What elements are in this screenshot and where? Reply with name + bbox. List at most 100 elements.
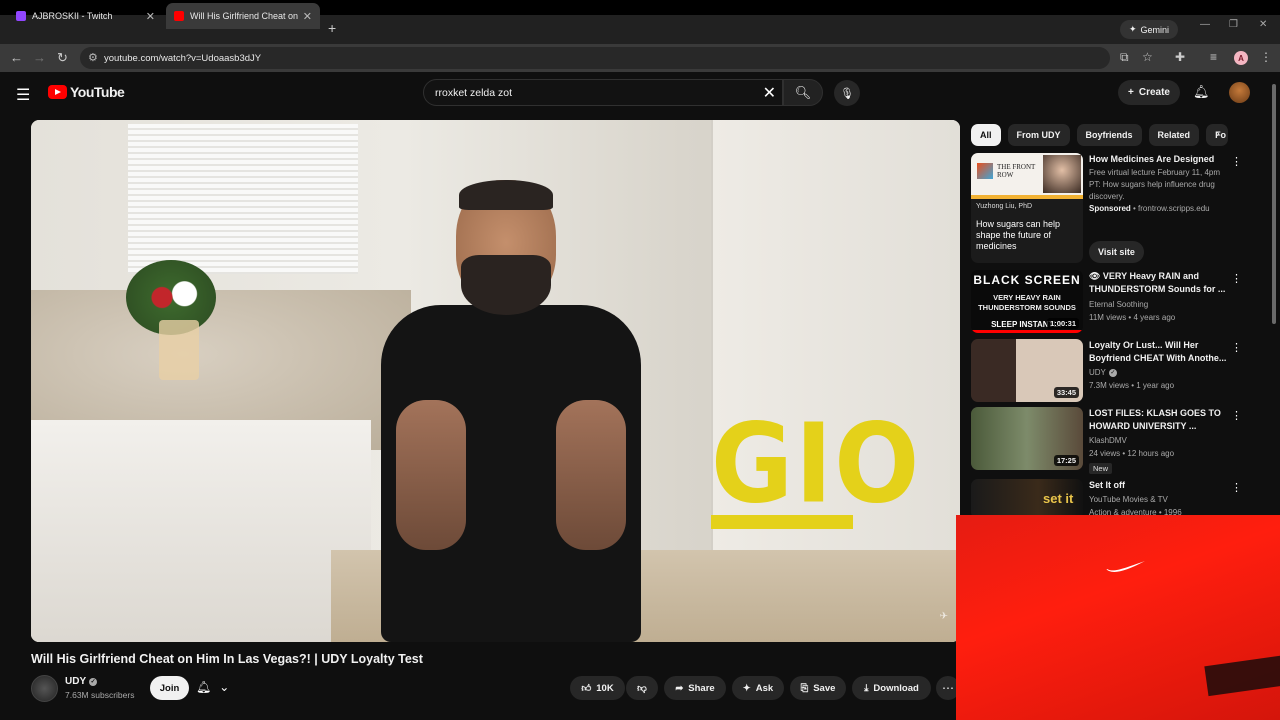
list-item[interactable]: BLACK SCREEN VERY HEAVY RAIN THUNDERSTOR… — [971, 270, 1261, 334]
gemini-button[interactable]: ✦ Gemini — [1120, 20, 1179, 39]
rec-title[interactable]: LOST FILES: KLASH GOES TO HOWARD UNIVERS… — [1089, 407, 1229, 433]
kebab-menu-icon[interactable]: ⋮ — [1231, 481, 1242, 494]
video-watermark-icon: ✈ — [939, 611, 948, 622]
user-avatar[interactable] — [1229, 82, 1250, 103]
ask-button[interactable]: ✦ Ask — [732, 676, 784, 700]
tab-close-icon[interactable]: ✕ — [303, 10, 312, 23]
url-bar[interactable]: ⚙ youtube.com/watch?v=Udoaasb3dJY — [80, 47, 1110, 69]
browser-profile-avatar[interactable]: A — [1234, 51, 1248, 65]
share-icon: ➦ — [675, 682, 684, 694]
hamburger-menu-icon[interactable]: ☰ — [16, 85, 30, 105]
rec-thumbnail: set it — [971, 479, 1083, 515]
movie-thumb-text: set it — [1043, 491, 1074, 506]
list-item[interactable]: 17:25 LOST FILES: KLASH GOES TO HOWARD U… — [971, 407, 1261, 474]
new-tab-button[interactable]: + — [328, 20, 336, 36]
visit-site-button[interactable]: Visit site — [1089, 241, 1144, 263]
video-player[interactable]: GIO ✈ — [31, 120, 960, 642]
ad-description: Free virtual lecture February 11, 4pm PT… — [1089, 168, 1221, 201]
list-item[interactable]: 33:45 Loyalty Or Lust... Will Her Boyfri… — [971, 339, 1261, 403]
related-filter-chips: All From UDY Boyfriends Related Fo — [971, 124, 1229, 146]
nike-swoosh-icon — [1106, 561, 1145, 572]
like-button[interactable]: 👍︎ 10K — [570, 676, 625, 700]
search-button[interactable]: 🔍︎ — [783, 79, 823, 106]
ad-thumb-accent — [971, 195, 1083, 199]
window-blinds — [128, 124, 358, 274]
kebab-menu-icon[interactable]: ⋮ — [1231, 341, 1242, 354]
reload-icon[interactable]: ↻ — [57, 50, 68, 66]
rec-thumbnail: 17:25 — [971, 407, 1083, 470]
install-app-icon[interactable]: ⧉ — [1120, 50, 1129, 65]
download-icon: ⤓ — [864, 682, 869, 694]
like-count: 10K — [596, 682, 614, 694]
duration-badge: 17:25 — [1053, 455, 1079, 466]
browser-menu-icon[interactable]: ⋮ — [1260, 50, 1272, 64]
back-icon[interactable]: ← — [10, 50, 23, 65]
media-control-icon[interactable]: ≡ — [1210, 50, 1217, 64]
minimize-icon[interactable]: — — [1200, 19, 1210, 30]
maximize-icon[interactable]: ❐ — [1229, 19, 1238, 30]
search-input[interactable]: rroxket zelda zot ✕ — [423, 79, 783, 106]
rec-channel[interactable]: Eternal Soothing — [1089, 299, 1229, 311]
create-button[interactable]: + Create — [1118, 80, 1180, 105]
microphone-icon: 🎙︎ — [840, 87, 854, 100]
rec-title[interactable]: How Medicines Are Designed — [1089, 153, 1229, 166]
rec-title[interactable]: Loyalty Or Lust... Will Her Boyfriend CH… — [1089, 339, 1229, 365]
sponsored-label: Sponsored — [1089, 204, 1131, 213]
channel-avatar[interactable] — [31, 675, 58, 702]
join-button[interactable]: Join — [150, 676, 189, 700]
name-overlay-text: GIO — [711, 399, 922, 528]
youtube-logo[interactable]: YouTube — [48, 84, 125, 100]
plus-icon: + — [1128, 87, 1134, 98]
save-button[interactable]: ⎘ Save — [790, 676, 846, 700]
dislike-button[interactable]: 👎︎ — [626, 676, 658, 700]
rec-title[interactable]: 👁 VERY Heavy RAIN and THUNDERSTORM Sound… — [1089, 270, 1229, 296]
subscriber-count: 7.63M subscribers — [65, 690, 135, 700]
forward-icon[interactable]: → — [33, 50, 46, 65]
window-close-icon[interactable]: ✕ — [1259, 19, 1267, 30]
url-text: youtube.com/watch?v=Udoaasb3dJY — [104, 52, 262, 64]
chip-boyfriends[interactable]: Boyfriends — [1076, 124, 1142, 146]
search-query: rroxket zelda zot — [435, 86, 513, 99]
rec-title[interactable]: Set It off — [1089, 479, 1229, 492]
extensions-icon[interactable]: ✚ — [1175, 50, 1185, 64]
rec-channel-row[interactable]: UDY ✓ — [1089, 367, 1229, 379]
ad-thumb-caption: How sugars can help shape the future of … — [976, 219, 1061, 251]
rec-stats: Action & adventure • 1996 — [1089, 508, 1182, 515]
chevron-right-icon[interactable]: › — [1216, 128, 1220, 140]
tab-twitch[interactable]: AJBROSKII - Twitch ✕ — [8, 3, 163, 29]
new-badge: New — [1089, 463, 1113, 474]
bell-icon: 🔔︎ — [196, 680, 212, 694]
sponsor-line: Sponsored • frontrow.scripps.edu — [1089, 204, 1210, 213]
tab-close-icon[interactable]: ✕ — [146, 10, 155, 23]
channel-name[interactable]: UDY ✓ — [65, 676, 98, 687]
clear-search-icon[interactable]: ✕ — [763, 83, 776, 103]
kebab-menu-icon[interactable]: ⋮ — [1231, 155, 1242, 168]
bookmark-icon: ⎘ — [800, 682, 809, 694]
chip-from-udy[interactable]: From UDY — [1007, 124, 1070, 146]
site-info-icon[interactable]: ⚙ — [88, 51, 98, 64]
kebab-menu-icon[interactable]: ⋮ — [1231, 409, 1242, 422]
chip-all[interactable]: All — [971, 124, 1001, 146]
bookmark-star-icon[interactable]: ☆ — [1142, 50, 1153, 64]
rec-channel[interactable]: YouTube Movies & TV — [1089, 494, 1229, 506]
duration-badge: 33:45 — [1053, 387, 1079, 398]
subscribe-notifications-button[interactable]: 🔔︎ ⌄ — [196, 680, 229, 694]
left-arm — [396, 400, 466, 550]
notifications-bell-icon[interactable]: 🔔︎ — [1193, 84, 1210, 100]
chip-related[interactable]: Related — [1148, 124, 1200, 146]
dark-band — [1204, 653, 1280, 697]
rec-channel[interactable]: KlashDMV — [1089, 435, 1229, 447]
verified-icon: ✓ — [1108, 369, 1117, 377]
kebab-menu-icon[interactable]: ⋮ — [1231, 272, 1242, 285]
video-title: Will His Girlfriend Cheat on Him In Las … — [31, 652, 423, 666]
tab-youtube-active[interactable]: Will His Girlfriend Cheat on Him ✕ — [166, 3, 320, 29]
rec-stats: 24 views • 12 hours ago — [1089, 449, 1175, 458]
list-item[interactable]: set it Set It off YouTube Movies & TV Ac… — [971, 479, 1261, 515]
sidebar-scrollbar[interactable] — [1272, 84, 1276, 324]
thumb-line2: VERY HEAVY RAIN THUNDERSTORM SOUNDS — [978, 293, 1076, 312]
share-button[interactable]: ➦ Share — [664, 676, 726, 700]
sponsored-ad-item[interactable]: THE FRONT ROW Yuzhong Liu, PhD How sugar… — [971, 153, 1261, 268]
download-button[interactable]: ⤓ Download — [852, 676, 931, 700]
thumbs-down-icon: 👎︎ — [637, 683, 647, 694]
voice-search-button[interactable]: 🎙︎ — [834, 80, 860, 106]
